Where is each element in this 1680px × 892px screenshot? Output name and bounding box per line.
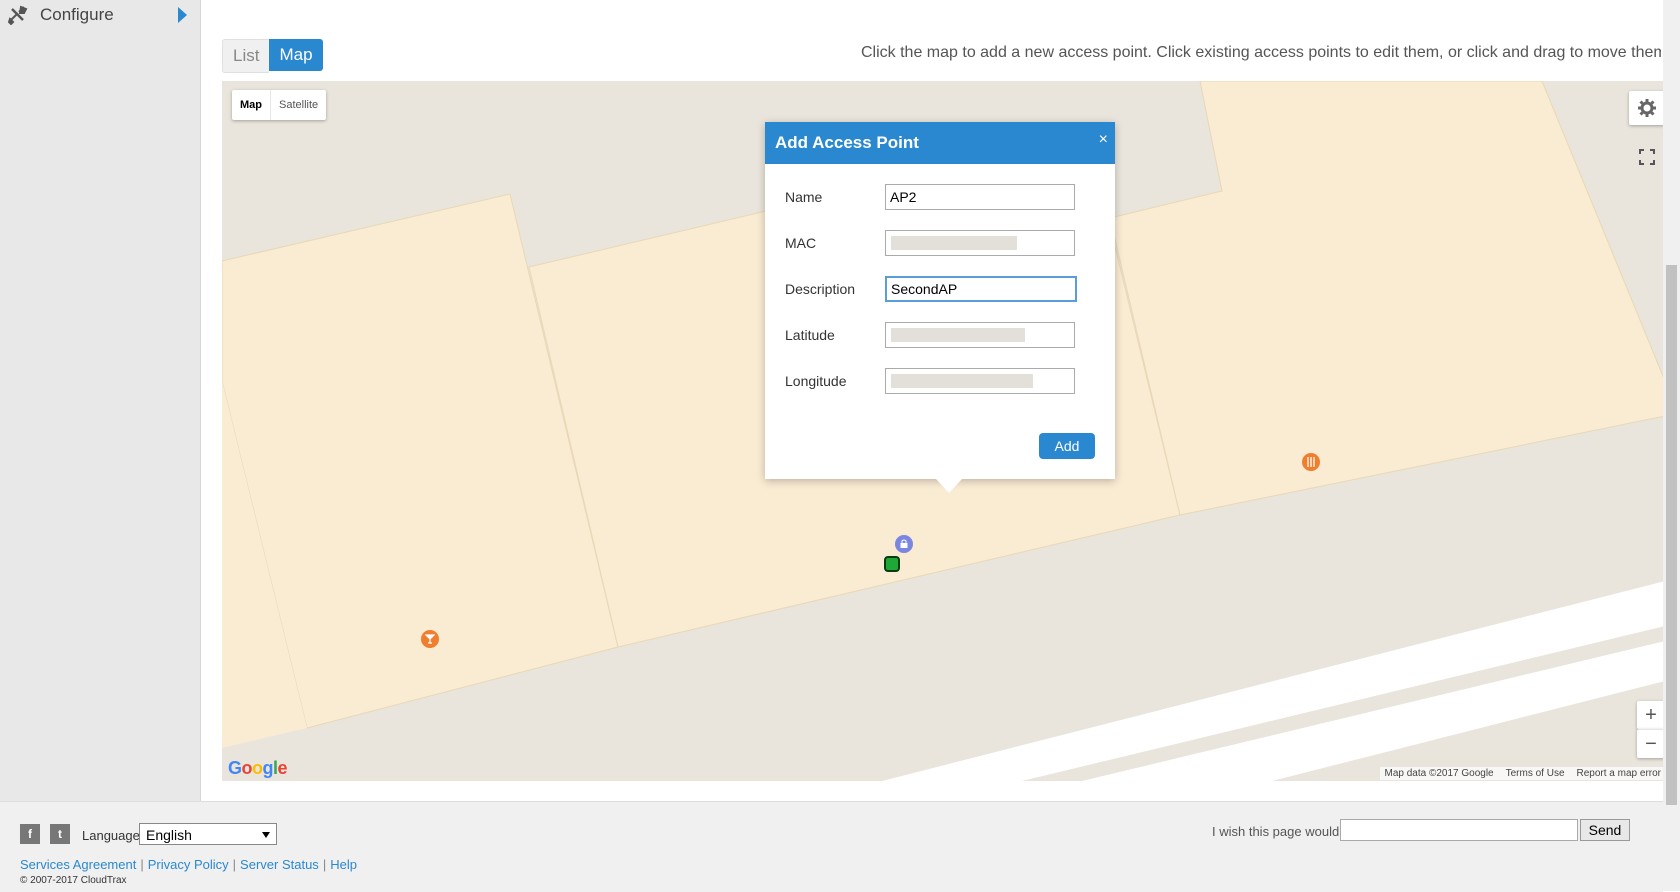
redacted-value (891, 374, 1033, 388)
latitude-label: Latitude (785, 327, 835, 343)
dialog-header: Add Access Point × (765, 122, 1115, 164)
description-field[interactable] (885, 276, 1077, 302)
mac-row: MAC (785, 230, 1095, 256)
settings-gear-button[interactable] (1629, 91, 1665, 125)
add-button[interactable]: Add (1039, 433, 1095, 459)
copyright: © 2007-2017 CloudTrax (20, 875, 127, 886)
description-row: Description (785, 276, 1095, 302)
bar-poi-icon[interactable] (421, 630, 439, 648)
map-data-text: Map data ©2017 Google (1384, 768, 1494, 779)
fullscreen-button[interactable] (1629, 140, 1665, 174)
language-select[interactable]: English (139, 823, 277, 845)
chevron-right-icon (178, 7, 187, 23)
map-attribution: Map data ©2017 Google Terms of Use Repor… (1380, 767, 1665, 780)
language-label: Language: (82, 828, 144, 843)
view-toggle: List Map (222, 39, 323, 73)
longitude-row: Longitude (785, 368, 1095, 394)
cocktail-icon (425, 634, 435, 644)
shopping-bag-icon (900, 539, 908, 548)
sidebar: Configure (0, 0, 201, 801)
report-error-link[interactable]: Report a map error (1577, 768, 1661, 779)
chevron-down-icon (262, 832, 270, 838)
redacted-value (891, 328, 1025, 342)
zoom-out-button[interactable]: − (1637, 729, 1665, 758)
map-type-map-button[interactable]: Map (232, 90, 270, 120)
feedback-input[interactable] (1340, 819, 1578, 841)
terms-link[interactable]: Terms of Use (1506, 768, 1565, 779)
sidebar-item-label: Configure (40, 5, 114, 24)
wrench-icon (8, 5, 28, 25)
footer-links: Services Agreement | Privacy Policy | Server… (20, 857, 357, 872)
footer: f t Language: English Services Agreement… (0, 801, 1663, 892)
server-status-link[interactable]: Server Status (240, 857, 319, 872)
name-field[interactable] (885, 184, 1075, 210)
longitude-label: Longitude (785, 373, 847, 389)
restaurant-poi-icon[interactable] (1302, 453, 1320, 471)
scrollbar-thumb[interactable] (1666, 265, 1677, 805)
tab-list[interactable]: List (222, 39, 270, 73)
services-agreement-link[interactable]: Services Agreement (20, 857, 136, 872)
language-value: English (146, 827, 192, 843)
name-label: Name (785, 189, 823, 205)
map-instructions: Click the map to add a new access point.… (861, 44, 1661, 61)
description-label: Description (785, 281, 856, 297)
map-type-satellite-button[interactable]: Satellite (270, 90, 326, 120)
twitter-icon[interactable]: t (50, 824, 70, 844)
gear-icon (1638, 99, 1656, 117)
page-scrollbar[interactable] (1663, 0, 1680, 891)
close-icon[interactable]: × (1099, 131, 1108, 149)
mac-label: MAC (785, 235, 817, 251)
help-link[interactable]: Help (330, 857, 357, 872)
tab-map[interactable]: Map (269, 39, 323, 71)
facebook-icon[interactable]: f (20, 824, 40, 844)
sidebar-item-configure[interactable]: Configure (0, 0, 200, 30)
dialog-pointer (936, 479, 962, 493)
add-access-point-dialog: Add Access Point × Name MAC Description … (765, 122, 1115, 493)
redacted-value (891, 236, 1017, 250)
zoom-in-button[interactable]: + (1637, 701, 1665, 729)
feedback-label: I wish this page would... (1212, 824, 1351, 839)
google-logo: Google (228, 758, 288, 778)
dialog-title: Add Access Point (775, 133, 919, 152)
send-button[interactable]: Send (1580, 819, 1630, 841)
latitude-row: Latitude (785, 322, 1095, 348)
privacy-policy-link[interactable]: Privacy Policy (148, 857, 229, 872)
map-type-control: Map Satellite (232, 90, 327, 120)
name-row: Name (785, 184, 1095, 210)
access-point-marker[interactable] (884, 556, 900, 572)
shopping-poi-icon[interactable] (895, 535, 913, 553)
fullscreen-icon (1639, 149, 1655, 165)
fork-knife-icon (1307, 457, 1315, 467)
